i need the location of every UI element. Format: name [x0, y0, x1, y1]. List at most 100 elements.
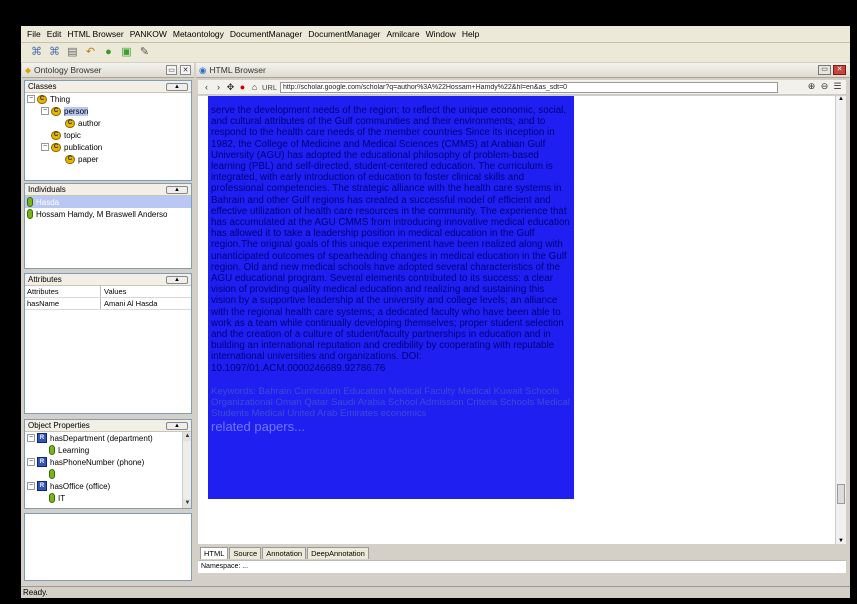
- home-icon[interactable]: ⌂: [250, 82, 259, 92]
- attributes-column-header[interactable]: Attributes: [25, 286, 101, 297]
- individual-icon: [27, 209, 33, 219]
- property-value-label: Learning: [58, 445, 90, 455]
- zoom-in-icon[interactable]: ⊕: [807, 82, 816, 91]
- class-label: Thing: [50, 94, 71, 104]
- document-icon[interactable]: ▤: [65, 45, 80, 60]
- menu-item-file[interactable]: File: [24, 29, 44, 39]
- class-icon: C: [51, 130, 61, 140]
- scroll-down-arrow-icon[interactable]: ▼: [836, 538, 846, 544]
- keywords-text[interactable]: Keywords: Bahrain Curriculum Education M…: [211, 386, 570, 420]
- class-tree-item[interactable]: − Cperson: [25, 105, 191, 117]
- property-value-item[interactable]: Learning: [25, 444, 191, 456]
- object-property-item[interactable]: − RhasPhoneNumber (phone): [25, 456, 191, 468]
- tree-expander-icon[interactable]: −: [27, 434, 35, 442]
- class-label: publication: [64, 142, 103, 152]
- close-browser-button[interactable]: ✕: [833, 65, 846, 75]
- menu-item-pankow[interactable]: PANKOW: [127, 29, 170, 39]
- class-tree-item[interactable]: Cauthor: [25, 117, 191, 129]
- object-property-item[interactable]: − RhasOffice (office): [25, 480, 191, 492]
- browser-tabs: HTML Source Annotation DeepAnnotation: [198, 547, 369, 560]
- attributes-collapse-button[interactable]: ▲: [166, 275, 188, 284]
- property-value-item[interactable]: IT: [25, 492, 191, 504]
- menu-item-edit[interactable]: Edit: [44, 29, 65, 39]
- class-icon: C: [65, 154, 75, 164]
- html-browser-view: ◉ HTML Browser ▭ ✕ ‹ › ✥ ● ⌂ URL ⊕ ⊖ ☰ s…: [196, 63, 850, 583]
- individuals-collapse-button[interactable]: ▲: [166, 185, 188, 194]
- table-row[interactable]: hasName Amani Al Hasda: [25, 298, 191, 310]
- scroll-up-arrow-icon[interactable]: ▲: [183, 432, 191, 441]
- green-puzzle-icon[interactable]: ▣: [119, 45, 134, 60]
- object-property-label: hasOffice (office): [50, 481, 111, 491]
- class-label: topic: [64, 130, 81, 140]
- menu-item-html-browser[interactable]: HTML Browser: [64, 29, 126, 39]
- save-icon[interactable]: ⌘: [29, 45, 44, 60]
- forward-icon[interactable]: ›: [214, 82, 223, 92]
- tree-expander-icon[interactable]: −: [27, 482, 35, 490]
- back-icon[interactable]: ‹: [202, 82, 211, 92]
- object-properties-header-label: Object Properties: [28, 421, 90, 430]
- abstract-block: serve the development needs of the regio…: [208, 96, 574, 499]
- green-circle-icon[interactable]: ●: [101, 45, 116, 60]
- class-icon: C: [65, 118, 75, 128]
- scroll-thumb[interactable]: [837, 484, 845, 504]
- property-value-item[interactable]: [25, 468, 191, 480]
- layout-icon[interactable]: ☰: [833, 82, 842, 91]
- values-column-header[interactable]: Values: [101, 286, 191, 297]
- zoom-out-icon[interactable]: ⊖: [820, 82, 829, 91]
- tree-expander-icon[interactable]: −: [27, 95, 35, 103]
- attributes-header: Attributes ▲: [25, 274, 191, 286]
- browser-nav-bar: ‹ › ✥ ● ⌂ URL ⊕ ⊖ ☰: [198, 80, 846, 95]
- tab-annotation[interactable]: Annotation: [262, 547, 307, 559]
- class-tree-item[interactable]: − Cpublication: [25, 141, 191, 153]
- individuals-header-label: Individuals: [28, 185, 66, 194]
- tab-html[interactable]: HTML: [200, 547, 229, 559]
- tab-source[interactable]: Source: [229, 547, 262, 559]
- move-icon[interactable]: ✥: [226, 82, 235, 92]
- stop-icon[interactable]: ●: [238, 82, 247, 92]
- viewport-scrollbar[interactable]: ▲ ▼: [835, 96, 846, 544]
- scroll-up-arrow-icon[interactable]: ▲: [836, 96, 846, 102]
- classes-header: Classes ▲: [25, 81, 191, 93]
- minimize-view-button[interactable]: ▭: [166, 65, 177, 75]
- empty-panel: [24, 513, 192, 581]
- menu-item-metaontology[interactable]: Metaontology: [170, 29, 227, 39]
- tab-deepannotation[interactable]: DeepAnnotation: [307, 547, 369, 559]
- object-properties-scrollbar[interactable]: ▲ ▼: [182, 432, 191, 508]
- menu-bar: File Edit HTML Browser PANKOW Metaontology Do…: [21, 26, 850, 43]
- classes-collapse-button[interactable]: ▲: [166, 82, 188, 91]
- menu-item-amilcare[interactable]: Amilcare: [384, 29, 423, 39]
- restore-view-button[interactable]: ▭: [818, 65, 831, 75]
- menu-item-documentmanager[interactable]: DocumentManager: [305, 29, 383, 39]
- individual-item[interactable]: Hossam Hamdy, M Braswell Anderso: [25, 208, 191, 220]
- property-icon: R: [37, 481, 47, 491]
- globe-icon: ◉: [199, 64, 207, 75]
- url-input[interactable]: [280, 81, 779, 93]
- object-properties-collapse-button[interactable]: ▲: [166, 421, 188, 430]
- back-arrow-icon[interactable]: ↶: [83, 45, 98, 60]
- menu-item-window[interactable]: Window: [423, 29, 459, 39]
- object-properties-tree: − RhasDepartment (department) Learning − Rha…: [25, 432, 191, 504]
- close-view-button[interactable]: ✕: [180, 65, 191, 75]
- class-icon: C: [51, 106, 61, 116]
- save-all-icon[interactable]: ⌘: [47, 45, 62, 60]
- application-window: File Edit HTML Browser PANKOW Metaontology Do…: [21, 26, 850, 598]
- object-property-item[interactable]: − RhasDepartment (department): [25, 432, 191, 444]
- tree-expander-icon[interactable]: −: [41, 143, 49, 151]
- tree-expander-icon[interactable]: −: [27, 458, 35, 466]
- class-tree-item[interactable]: Ctopic: [25, 129, 191, 141]
- scroll-down-arrow-icon[interactable]: ▼: [183, 499, 191, 508]
- edit-tool-icon[interactable]: ✎: [137, 45, 152, 60]
- class-tree-item[interactable]: − C Thing: [25, 93, 191, 105]
- tree-expander-icon[interactable]: −: [41, 107, 49, 115]
- attribute-value[interactable]: Amani Al Hasda: [101, 298, 191, 309]
- class-label: paper: [78, 154, 99, 164]
- menu-item-documentmanager[interactable]: DocumentManager: [227, 29, 305, 39]
- attributes-panel: Attributes ▲ Attributes Values hasName Am…: [24, 273, 192, 414]
- menu-item-help[interactable]: Help: [459, 29, 482, 39]
- individual-item[interactable]: Hasda: [25, 196, 191, 208]
- ontology-browser-title: Ontology Browser: [33, 65, 102, 75]
- property-value-label: IT: [58, 493, 66, 503]
- ontology-browser-view: ⬥ Ontology Browser ▭ ✕ Classes ▲ − C Thing…: [22, 63, 194, 583]
- related-papers-link[interactable]: related papers...: [211, 420, 570, 433]
- class-tree-item[interactable]: Cpaper: [25, 153, 191, 165]
